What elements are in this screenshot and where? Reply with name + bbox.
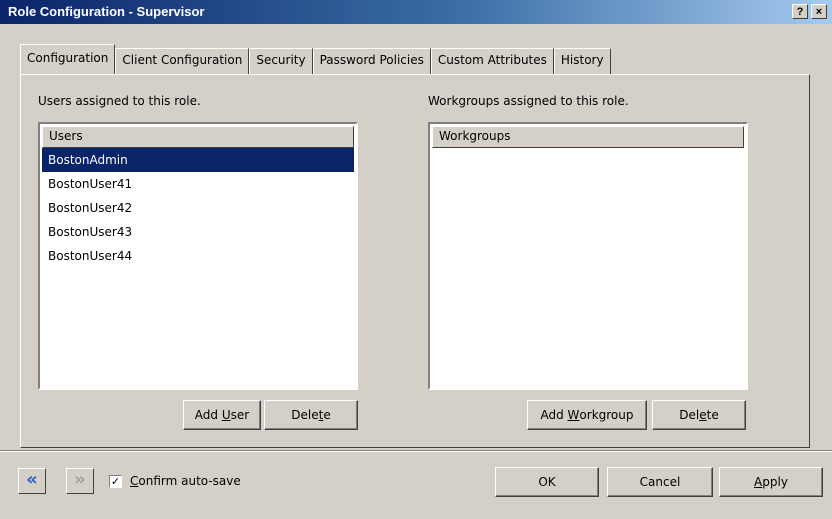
add-workgroup-label-pre: Add [540,408,568,422]
help-button[interactable]: ? [792,4,808,19]
add-workgroup-label-accel: W [567,408,580,422]
apply-label-accel: A [754,475,763,489]
ok-button[interactable]: OK [495,467,599,497]
double-chevron-left-icon: « [26,469,38,490]
add-user-label-accel: U [221,408,231,422]
list-item[interactable]: BostonUser41 [42,172,354,196]
workgroups-list[interactable]: Workgroups [428,122,748,390]
delete-workgroup-label-pre: Del [679,408,700,422]
tab-password-policies[interactable]: Password Policies [312,48,431,74]
close-button[interactable]: × [811,4,827,19]
delete-user-button[interactable]: Delete [264,400,358,430]
tab-client-configuration[interactable]: Client Configuration [115,48,250,74]
tab-strip: Configuration Client Configuration Secur… [20,44,611,74]
list-item[interactable]: BostonUser43 [42,220,354,244]
forward-nav-button[interactable]: » [66,468,94,494]
double-chevron-right-icon: » [74,469,86,490]
footer-divider [0,450,832,452]
delete-workgroup-button[interactable]: Delete [652,400,746,430]
list-item[interactable]: BostonUser44 [42,244,354,268]
confirm-auto-save-checkbox[interactable]: ✓ [109,475,122,488]
users-column-header[interactable]: Users [42,126,354,148]
apply-label-rest: pply [762,475,788,489]
add-workgroup-button[interactable]: Add Workgroup [527,400,647,430]
workgroups-column-header[interactable]: Workgroups [432,126,744,148]
users-list[interactable]: Users BostonAdmin BostonUser41 BostonUse… [38,122,358,390]
delete-user-label-post: e [323,408,331,422]
add-user-label-post: ser [230,408,250,422]
cancel-button[interactable]: Cancel [607,467,713,497]
back-nav-button[interactable]: « [18,468,46,494]
add-user-label-pre: Add [194,408,222,422]
window-title: Role Configuration - Supervisor [8,4,205,19]
title-bar: Role Configuration - Supervisor ? × [0,0,832,24]
tab-configuration[interactable]: Configuration [20,44,116,74]
delete-user-label-pre: Dele [291,408,319,422]
tab-custom-attributes[interactable]: Custom Attributes [430,48,554,74]
delete-workgroup-label-post: te [706,408,719,422]
add-workgroup-label-post: orkgroup [579,408,634,422]
confirm-label-rest: onfirm auto-save [138,474,241,488]
tab-security[interactable]: Security [249,48,313,74]
apply-button[interactable]: Apply [719,467,823,497]
add-user-button[interactable]: Add User [183,400,261,430]
checkmark-icon: ✓ [110,475,121,488]
users-caption: Users assigned to this role. [38,94,201,108]
confirm-auto-save-label[interactable]: Confirm auto-save [130,474,241,488]
list-item[interactable]: BostonUser42 [42,196,354,220]
delete-workgroup-label-accel: e [699,408,707,422]
tab-history[interactable]: History [553,48,611,74]
list-item[interactable]: BostonAdmin [42,148,354,172]
workgroups-caption: Workgroups assigned to this role. [428,94,629,108]
